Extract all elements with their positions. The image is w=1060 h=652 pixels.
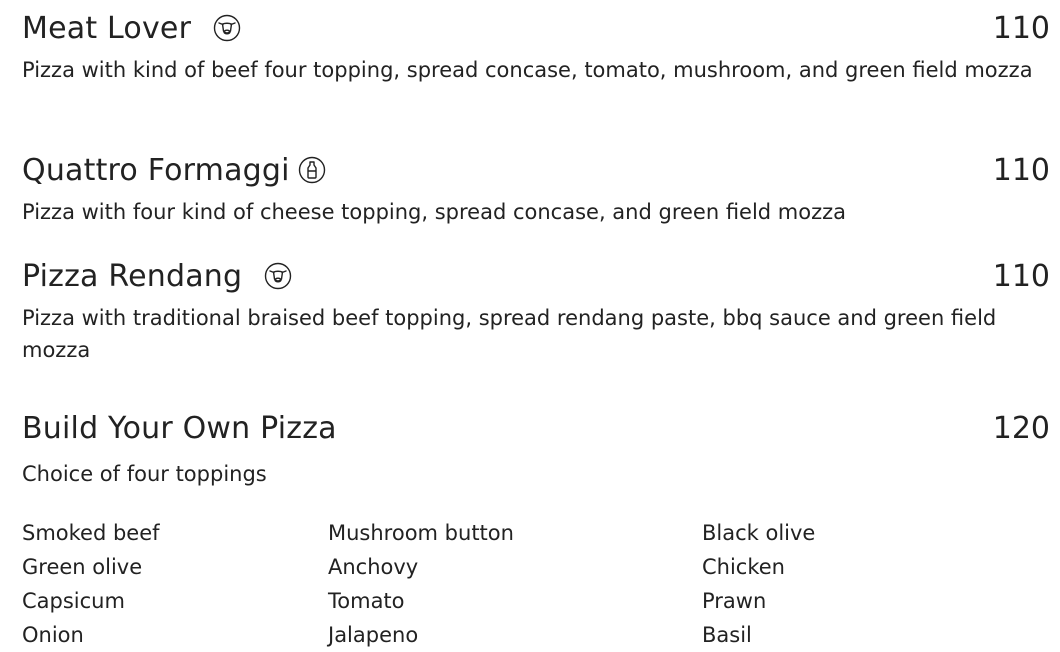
menu-item-header: Pizza Rendang 110 [22, 256, 1050, 296]
menu-item-header: Meat Lover 110 [22, 8, 1050, 48]
menu-item-name: Build Your Own Pizza [22, 410, 337, 446]
menu-item-header: Build Your Own Pizza 120 [22, 408, 1050, 448]
topping-item: Smoked beef [22, 521, 160, 545]
topping-item: Basil [702, 623, 752, 647]
menu-item-build-your-own-pizza: Build Your Own Pizza 120 Choice of four … [22, 408, 1050, 490]
menu-item-name: Quattro Formaggi [22, 152, 290, 188]
menu-item-price: 110 [992, 10, 1050, 46]
toppings-list: Smoked beef Green olive Capsicum Onion M… [22, 516, 1022, 647]
menu-item-description: Pizza with traditional braised beef topp… [22, 306, 997, 362]
topping-item: Tomato [328, 589, 405, 613]
cow-head-icon [213, 14, 241, 42]
topping-item: Prawn [702, 589, 767, 613]
topping-item: Chicken [702, 555, 785, 579]
topping-item: Black olive [702, 521, 816, 545]
toppings-column: Black olive Chicken Prawn Basil [702, 516, 815, 652]
topping-item: Green olive [22, 555, 143, 579]
topping-item: Anchovy [328, 555, 419, 579]
pizza-menu: Meat Lover 110 Pizza with kind of beef f… [0, 0, 1060, 649]
menu-item-description: Choice of four toppings [22, 462, 267, 486]
menu-item-name: Pizza Rendang [22, 258, 243, 294]
topping-item: Mushroom button [328, 521, 514, 545]
menu-item-description: Pizza with kind of beef four topping, sp… [22, 58, 1033, 82]
menu-item-meat-lover: Meat Lover 110 Pizza with kind of beef f… [22, 8, 1050, 86]
menu-item-quattro-formaggi: Quattro Formaggi 110 Pizza with four kin… [22, 150, 1050, 228]
cow-head-icon [264, 262, 292, 290]
topping-item: Jalapeno [328, 623, 419, 647]
topping-item: Capsicum [22, 589, 125, 613]
topping-item: Onion [22, 623, 84, 647]
menu-item-name: Meat Lover [22, 10, 192, 46]
menu-item-price: 120 [992, 410, 1050, 446]
toppings-column: Mushroom button Anchovy Tomato Jalapeno [328, 516, 514, 652]
menu-item-header: Quattro Formaggi 110 [22, 150, 1050, 190]
toppings-column: Smoked beef Green olive Capsicum Onion [22, 516, 160, 652]
menu-item-description: Pizza with four kind of cheese topping, … [22, 200, 847, 224]
menu-item-price: 110 [992, 152, 1050, 188]
menu-item-pizza-rendang: Pizza Rendang 110 Pizza with traditional… [22, 256, 1050, 366]
milk-bottle-icon [298, 156, 326, 184]
menu-item-price: 110 [992, 258, 1050, 294]
